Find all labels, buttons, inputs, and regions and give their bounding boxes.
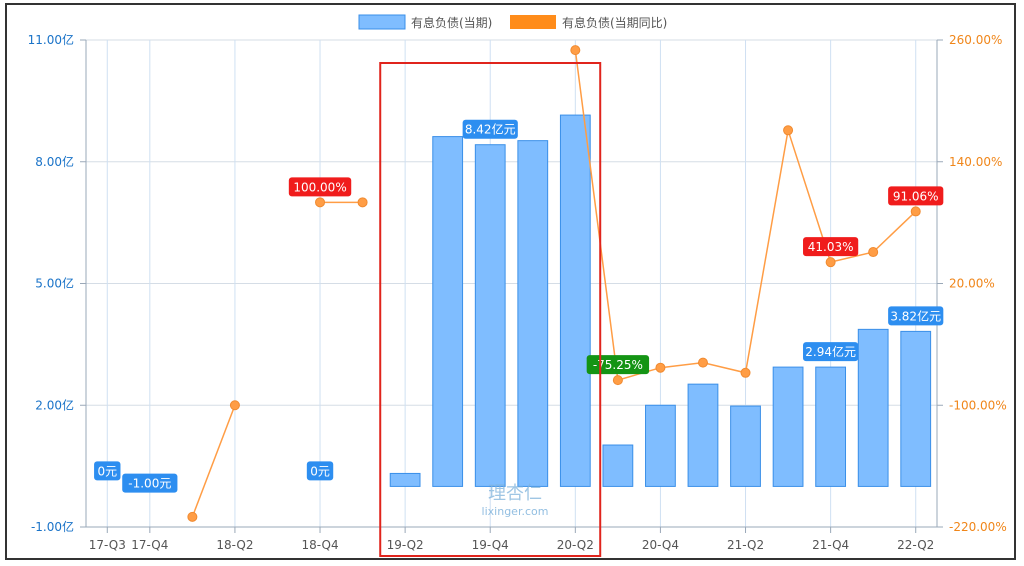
x-tick-label: 17-Q4 — [131, 538, 168, 552]
line-point-19-Q1 — [357, 197, 368, 208]
bar-19-Q2 — [389, 472, 421, 487]
data-label: 0元 — [97, 464, 117, 478]
x-tick-label: 18-Q4 — [301, 538, 338, 552]
line-point-18-Q1 — [187, 511, 198, 522]
watermark: 理杏仁 lixinger.com — [482, 483, 549, 518]
x-tick-label: 20-Q4 — [642, 538, 679, 552]
data-label: 3.82亿元 — [890, 308, 941, 323]
bar-22-Q1 — [857, 328, 889, 487]
left-tick-label: 11.00亿 — [28, 32, 74, 47]
bar-19-Q4 — [474, 144, 506, 487]
data-label: -1.00元 — [128, 477, 171, 491]
x-tick-label: 21-Q4 — [812, 538, 849, 552]
bar-20-Q3 — [602, 444, 634, 487]
line-point-18-Q2 — [229, 400, 240, 411]
line-point-21-Q3 — [783, 125, 794, 136]
left-tick-label: 5.00亿 — [35, 276, 74, 291]
bar-21-Q3 — [772, 366, 804, 487]
x-tick-label: 21-Q2 — [727, 538, 764, 552]
line-point-20-Q2 — [570, 45, 581, 56]
watermark-cn: 理杏仁 — [488, 483, 542, 504]
chart-frame: -1.00亿 2.00亿 5.00亿 8.00亿 11.00亿 -220.00% -100.… — [5, 3, 1016, 560]
bar-22-Q2 — [900, 330, 932, 487]
right-tick-label: 140.00% — [949, 155, 1002, 169]
line-point-18-Q4 — [315, 197, 326, 208]
right-tick-label: 20.00% — [949, 277, 995, 291]
data-label: 100.00% — [293, 180, 346, 194]
line-point-20-Q3 — [612, 375, 623, 386]
x-tick-label: 22-Q2 — [897, 538, 934, 552]
line-segment — [191, 404, 236, 518]
left-tick-label: -1.00亿 — [31, 519, 74, 534]
line-point-21-Q1 — [697, 357, 708, 368]
x-tick-label: 20-Q2 — [557, 538, 594, 552]
bar-21-Q1 — [687, 383, 719, 487]
data-label: 91.06% — [893, 189, 939, 203]
bar-20-Q1 — [517, 140, 549, 487]
legend-line-swatch[interactable] — [510, 15, 556, 29]
legend-line-label[interactable]: 有息负债(当期同比) — [562, 15, 667, 30]
left-tick-label: 8.00亿 — [35, 154, 74, 169]
bar-20-Q2 — [559, 114, 591, 487]
left-tick-label: 2.00亿 — [35, 397, 74, 412]
line-point-21-Q2 — [740, 367, 751, 378]
data-label: 2.94亿元 — [805, 344, 856, 359]
right-tick-label: -220.00% — [949, 520, 1007, 534]
bar-21-Q2 — [730, 405, 761, 487]
grid-layer — [86, 39, 937, 528]
x-tick-label: 19-Q2 — [387, 538, 424, 552]
right-tick-label: 260.00% — [949, 33, 1002, 47]
bar-20-Q4 — [645, 404, 676, 487]
line-point-22-Q1 — [868, 247, 879, 258]
chart-svg: -1.00亿 2.00亿 5.00亿 8.00亿 11.00亿 -220.00% -100.… — [28, 14, 1007, 557]
x-tick-label: 19-Q4 — [472, 538, 509, 552]
data-label: 41.03% — [808, 240, 854, 254]
legend[interactable]: 有息负债(当期) 有息负债(当期同比) — [358, 14, 667, 30]
right-tick-label: -100.00% — [949, 398, 1007, 412]
x-tick-label: 17-Q3 — [89, 538, 126, 552]
line-point-20-Q4 — [655, 362, 666, 373]
data-label: 8.42亿元 — [465, 122, 516, 137]
line-point-22-Q2 — [910, 206, 921, 217]
bar-21-Q4 — [815, 366, 847, 487]
legend-bar-swatch[interactable] — [358, 14, 406, 30]
legend-bar-label[interactable]: 有息负债(当期) — [411, 15, 492, 30]
x-tick-label: 18-Q2 — [216, 538, 253, 552]
watermark-url: lixinger.com — [482, 505, 549, 518]
line-point-21-Q4 — [825, 257, 836, 268]
data-label: 0元 — [310, 464, 330, 478]
bar-19-Q3 — [432, 136, 464, 487]
